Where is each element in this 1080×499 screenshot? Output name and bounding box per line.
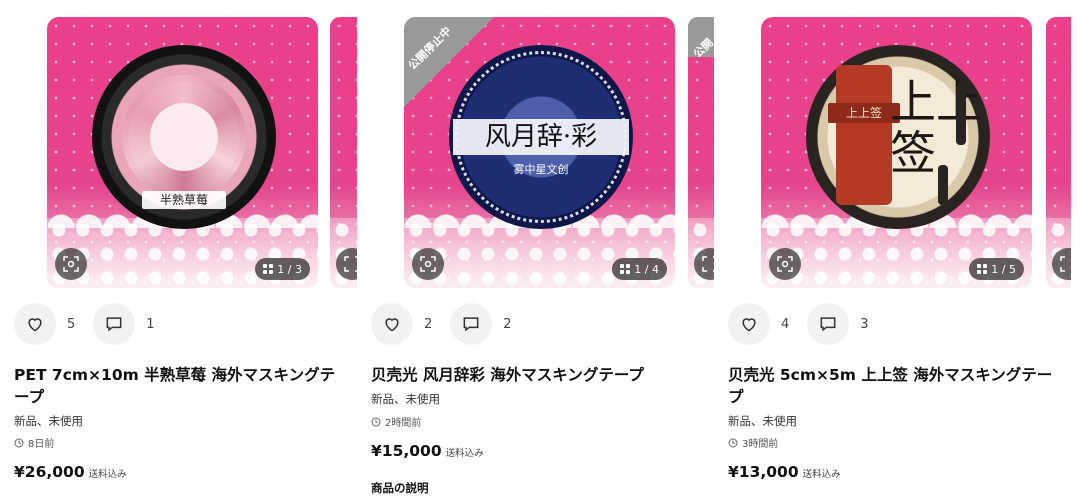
like-count: 4 (781, 316, 790, 332)
comment-count: 2 (503, 316, 512, 332)
image-counter[interactable]: 1 / 4 (612, 258, 667, 280)
grid-icon (263, 264, 274, 274)
like-count: 5 (67, 316, 76, 332)
image-counter[interactable]: 1 / 5 (969, 258, 1024, 280)
tape-calligraphy: 上上签 (890, 75, 982, 180)
listing-card[interactable]: 风月辞·彩 雾中星文创 公開停止中 1 / 4 公開 2 2 贝壳光 风月辞彩 … (357, 0, 714, 499)
status-ribbon: 公開 (688, 17, 714, 57)
comment-icon (106, 317, 122, 332)
shipping-note: 送料込み (445, 448, 484, 459)
posted-time: 3時間前 (728, 435, 778, 450)
tape-label: 风月辞·彩 (453, 119, 629, 155)
status-ribbon: 公開停止中 (404, 17, 494, 107)
next-image-peek[interactable]: 公開 (688, 17, 714, 288)
listing-title[interactable]: PET 7cm×10m 半熟草莓 海外マスキングテープ (14, 364, 349, 408)
posted-time: 2時間前 (371, 414, 421, 429)
clock-icon (371, 417, 381, 426)
lens-scan-icon[interactable] (769, 248, 801, 280)
comment-count: 3 (860, 316, 869, 332)
item-condition: 新品、未使用 (728, 414, 797, 428)
engagement-bar: 4 3 (728, 303, 887, 345)
masking-tape-roll: 半熟草莓 (92, 45, 276, 229)
like-count: 2 (424, 316, 433, 332)
listing-card[interactable]: 上上签 上上签 1 / 5 4 3 贝壳光 5cm×5m 上上签 海外マスキング… (714, 0, 1071, 499)
clock-icon (14, 438, 24, 447)
comment-icon (820, 317, 836, 332)
description-heading: 商品の説明 (371, 481, 429, 495)
masking-tape-roll: 上上签 上上签 (806, 45, 990, 229)
shipping-note: 送料込み (802, 469, 841, 480)
comment-button[interactable] (450, 303, 493, 345)
clock-icon (728, 438, 738, 447)
engagement-bar: 5 1 (14, 303, 173, 345)
shipping-note: 送料込み (88, 469, 127, 480)
next-image-peek[interactable] (1046, 17, 1071, 288)
listing-image[interactable]: 风月辞·彩 雾中星文创 公開停止中 1 / 4 (404, 17, 675, 288)
like-button[interactable] (14, 303, 56, 345)
listing-title[interactable]: 贝壳光 风月辞彩 海外マスキングテープ (371, 364, 706, 386)
like-button[interactable] (728, 303, 770, 345)
price-amount: ¥15,000 (371, 442, 442, 460)
tape-brand: 雾中星文创 (513, 163, 569, 176)
comment-button[interactable] (807, 303, 850, 345)
comment-count: 1 (146, 316, 155, 332)
grid-icon (977, 264, 988, 274)
lens-scan-icon[interactable] (412, 248, 444, 280)
listing-image[interactable]: 半熟草莓 1 / 3 (47, 17, 318, 288)
lens-scan-icon[interactable] (55, 248, 87, 280)
comment-icon (463, 317, 479, 332)
grid-icon (620, 264, 631, 274)
price: ¥13,000 送料込み (728, 463, 841, 481)
item-condition: 新品、未使用 (371, 392, 440, 406)
price: ¥15,000 送料込み (371, 442, 484, 460)
engagement-bar: 2 2 (371, 303, 530, 345)
listing-title[interactable]: 贝壳光 5cm×5m 上上签 海外マスキングテープ (728, 364, 1063, 408)
comment-button[interactable] (93, 303, 136, 345)
next-image-peek[interactable] (330, 17, 357, 288)
price-amount: ¥26,000 (14, 463, 85, 481)
tape-label: 半熟草莓 (142, 191, 226, 209)
heart-icon (742, 318, 756, 332)
item-condition: 新品、未使用 (14, 414, 83, 428)
heart-icon (28, 318, 42, 332)
like-button[interactable] (371, 303, 413, 345)
listing-image[interactable]: 上上签 上上签 1 / 5 (761, 17, 1032, 288)
listing-card[interactable]: 半熟草莓 1 / 3 5 1 PET 7cm×10m 半熟草莓 海外マスキングテ… (0, 0, 357, 499)
price-amount: ¥13,000 (728, 463, 799, 481)
image-counter[interactable]: 1 / 3 (255, 258, 310, 280)
price: ¥26,000 送料込み (14, 463, 127, 481)
heart-icon (385, 318, 399, 332)
posted-time: 8日前 (14, 435, 54, 450)
